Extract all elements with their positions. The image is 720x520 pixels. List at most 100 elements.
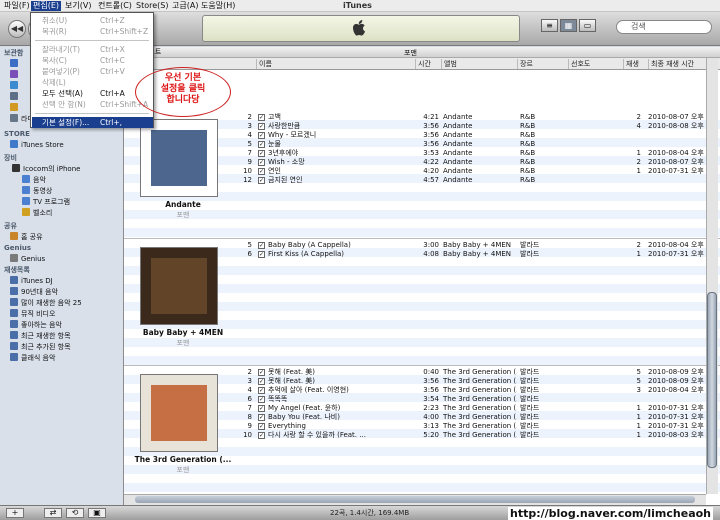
table-row[interactable]: 5 ✓ Baby Baby (A Cappella) 3:00 Baby Baby + …	[124, 241, 720, 250]
sidebar-header-shared[interactable]: 공유	[0, 221, 123, 232]
menu-0[interactable]: 파일(F)	[2, 1, 32, 11]
table-row[interactable]: 5 ✓ 눈물 3:56 Andante R&B	[124, 140, 720, 149]
table-row[interactable]: 4 ✓ 추억에 살아 (Feat. 이영현) 3:56 The 3rd Generati…	[124, 386, 720, 395]
table-row[interactable]: 6 ✓ 똑똑똑 3:54 The 3rd Generation (... 발라드	[124, 395, 720, 404]
table-row[interactable]: 8 ✓ Baby You (Feat. 나비) 4:00 The 3rd Generat…	[124, 413, 720, 422]
repeat-button[interactable]: ⟲	[66, 508, 84, 518]
track-checkbox[interactable]: ✓	[258, 168, 265, 175]
sidebar-header-genius[interactable]: Genius	[0, 243, 123, 254]
menu-3[interactable]: 컨트롤(C)	[96, 1, 134, 11]
sidebar-device-item-2[interactable]: TV 프로그램	[0, 197, 123, 208]
menu-2[interactable]: 보기(V)	[63, 1, 93, 11]
sidebar-device-item-3[interactable]: 벨소리	[0, 208, 123, 219]
track-name: 못해 (Feat. 美)	[268, 368, 316, 376]
horizontal-scroll-thumb[interactable]	[135, 496, 695, 503]
column-header-0[interactable]: 이름	[256, 59, 415, 69]
track-checkbox[interactable]: ✓	[258, 369, 265, 376]
sidebar-playlist-1[interactable]: 90년대 음악	[0, 287, 123, 298]
menu-1[interactable]: 편집(E)	[31, 1, 62, 11]
sidebar-item-itunes-store[interactable]: iTunes Store	[0, 140, 123, 151]
table-row[interactable]: 10 ✓ 연인 4:20 Andante R&B 1 2010-07-31 오후 1	[124, 167, 720, 176]
track-time: 3:54	[423, 395, 439, 403]
table-row[interactable]: 12 ✓ 금지된 연인 4:57 Andante R&B	[124, 176, 720, 185]
sidebar-header-store[interactable]: STORE	[0, 129, 123, 140]
menu-4[interactable]: Store(S)	[134, 1, 170, 11]
column-header-2[interactable]: 앨범	[441, 59, 517, 69]
search-input[interactable]: 검색	[616, 20, 712, 34]
column-header-5[interactable]: 재생	[623, 59, 648, 69]
add-playlist-button[interactable]: +	[6, 508, 24, 518]
track-checkbox[interactable]: ✓	[258, 396, 265, 403]
track-checkbox[interactable]: ✓	[258, 114, 265, 121]
table-row[interactable]: 2 ✓ 고백 4:21 Andante R&B 2 2010-08-07 오후 1	[124, 113, 720, 122]
track-genre: 발라드	[520, 422, 540, 430]
track-name: Baby Baby (A Cappella)	[268, 241, 351, 249]
table-row[interactable]: 7 ✓ My Angel (Feat. 윤하) 2:23 The 3rd Generat…	[124, 404, 720, 413]
track-checkbox[interactable]: ✓	[258, 132, 265, 139]
sidebar-header-devices[interactable]: 장비	[0, 153, 123, 164]
sidebar-playlist-3[interactable]: 뮤직 비디오	[0, 309, 123, 320]
table-row[interactable]: 3 ✓ 못해 (Feat. 美) 3:56 The 3rd Generation (..…	[124, 377, 720, 386]
sidebar-item-home-sharing[interactable]: 홈 공유	[0, 232, 123, 243]
sidebar-playlist-7[interactable]: 클래식 음악	[0, 353, 123, 364]
sidebar-playlist-4[interactable]: 좋아하는 음악	[0, 320, 123, 331]
track-checkbox[interactable]: ✓	[258, 387, 265, 394]
table-row[interactable]: 7 ✓ 3년후에야 3:53 Andante R&B 1 2010-08-04 오후 6	[124, 149, 720, 158]
track-number: 2	[247, 113, 252, 121]
table-row[interactable]: 10 ✓ 다시 사랑 할 수 있을까 (Feat. ... 5:20 The 3rd G…	[124, 431, 720, 440]
sidebar-device-item-0[interactable]: 음악	[0, 175, 123, 186]
track-checkbox[interactable]: ✓	[258, 123, 265, 130]
table-row[interactable]: 6 ✓ First Kiss (A Cappella) 4:08 Baby Baby +…	[124, 250, 720, 259]
shuffle-button[interactable]: ⇄	[44, 508, 62, 518]
track-name: 추억에 살아 (Feat. 이영현)	[268, 386, 349, 394]
track-checkbox[interactable]: ✓	[258, 141, 265, 148]
track-time: 3:13	[423, 422, 439, 430]
coverflow-view-button[interactable]: ▭	[579, 19, 596, 32]
grid-view-button[interactable]: ▦	[560, 19, 577, 32]
sidebar-device-iphone[interactable]: Icocom의 iPhone	[0, 164, 123, 175]
track-checkbox[interactable]: ✓	[258, 150, 265, 157]
track-album: The 3rd Generation (...	[443, 413, 517, 421]
table-row[interactable]: 3 ✓ 사랑한만큼 3:56 Andante R&B 4 2010-08-08 오후 4	[124, 122, 720, 131]
column-header-4[interactable]: 선호도	[568, 59, 623, 69]
table-row[interactable]: 9 ✓ Everything 3:13 The 3rd Generation (... 발…	[124, 422, 720, 431]
track-number: 7	[247, 149, 252, 157]
list-view-button[interactable]: ≡	[541, 19, 558, 32]
table-row[interactable]: 9 ✓ Wish - 소망 4:22 Andante R&B 2 2010-08-07 오후 …	[124, 158, 720, 167]
sidebar-device-item-1[interactable]: 동영상	[0, 186, 123, 197]
sidebar-item-genius[interactable]: Genius	[0, 254, 123, 265]
column-header-3[interactable]: 장르	[517, 59, 568, 69]
background-stripe	[124, 356, 720, 365]
menu-5[interactable]: 고급(A)	[170, 1, 200, 11]
sidebar-playlist-5[interactable]: 최근 재생한 항목	[0, 331, 123, 342]
table-row[interactable]: 4 ✓ Why - 모르겠니 3:56 Andante R&B	[124, 131, 720, 140]
track-checkbox[interactable]: ✓	[258, 242, 265, 249]
callout-line: 우선 기본	[164, 73, 202, 83]
track-checkbox[interactable]: ✓	[258, 378, 265, 385]
track-checkbox[interactable]: ✓	[258, 432, 265, 439]
menu-6[interactable]: 도움말(H)	[199, 1, 237, 11]
track-checkbox[interactable]: ✓	[258, 423, 265, 430]
edit-menu-item-10[interactable]: 기본 설정(F)... Ctrl+,	[32, 117, 153, 128]
track-name: 금지된 연인	[268, 176, 303, 184]
column-header-1[interactable]: 시간	[415, 59, 441, 69]
vertical-scroll-thumb[interactable]	[707, 292, 717, 468]
sidebar-playlist-2[interactable]: 많이 재생한 음악 25	[0, 298, 123, 309]
track-checkbox[interactable]: ✓	[258, 159, 265, 166]
edit-menu-label: 복사(C)	[42, 56, 67, 65]
sidebar-header-playlists[interactable]: 재생목록	[0, 265, 123, 276]
track-name: Everything	[268, 422, 306, 430]
track-checkbox[interactable]: ✓	[258, 414, 265, 421]
sidebar-playlist-0[interactable]: iTunes DJ	[0, 276, 123, 287]
table-row[interactable]: 2 ✓ 못해 (Feat. 美) 0:40 The 3rd Generation (..…	[124, 368, 720, 377]
track-name: 사랑한만큼	[268, 122, 301, 130]
artwork-toggle-button[interactable]: ▣	[88, 508, 106, 518]
track-checkbox[interactable]: ✓	[258, 405, 265, 412]
track-checkbox[interactable]: ✓	[258, 177, 265, 184]
sidebar-playlist-6[interactable]: 최근 추가된 항목	[0, 342, 123, 353]
now-playing-display	[202, 15, 520, 42]
track-genre: R&B	[520, 131, 536, 139]
previous-button[interactable]: ◀◀	[8, 20, 26, 38]
track-name: 똑똑똑	[268, 395, 288, 403]
track-checkbox[interactable]: ✓	[258, 251, 265, 258]
